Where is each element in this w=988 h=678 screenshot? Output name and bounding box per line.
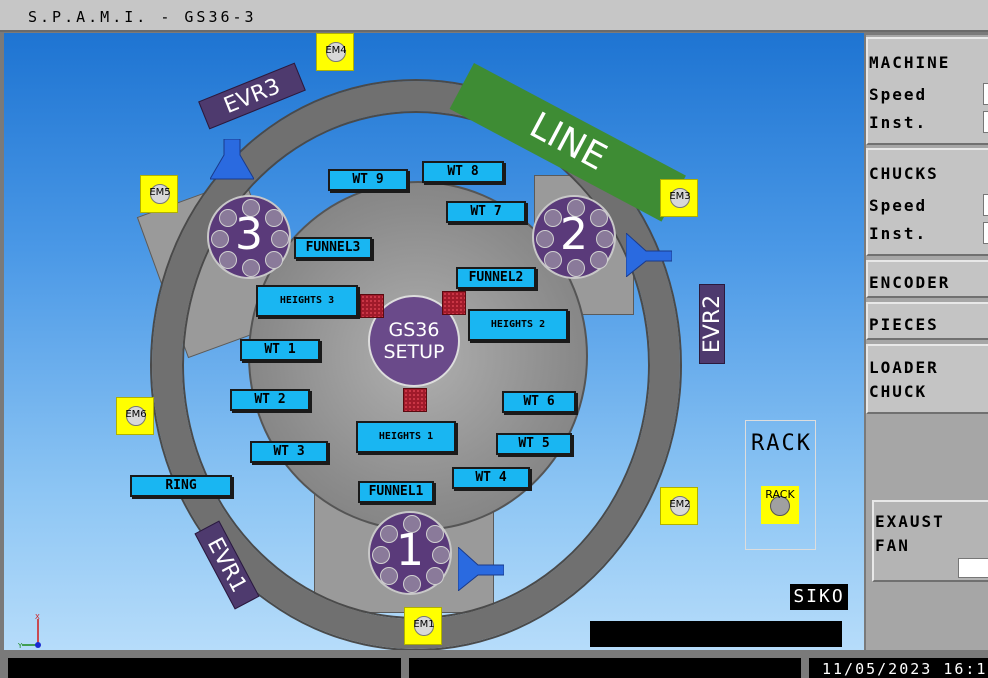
loader-label: LOADER <box>869 358 939 377</box>
rack-panel: RACK RACK <box>745 420 816 550</box>
chucks-inst-value <box>983 222 988 244</box>
station-1-number: 1 <box>396 525 424 576</box>
heights3-button[interactable]: HEIGHTS 3 <box>256 285 358 317</box>
wt1-button[interactable]: WT 1 <box>240 339 320 361</box>
window-title: S.P.A.M.I. - GS36-3 <box>28 8 257 26</box>
machine-inst-label: Inst. <box>869 113 928 132</box>
encoder-label: ENCODER <box>869 273 951 292</box>
evr2-banner: EVR2 <box>699 284 725 364</box>
em1-indicator[interactable]: EM1 <box>404 607 442 645</box>
machine-inst-value <box>983 111 988 133</box>
machine-speed-label: Speed <box>869 85 928 104</box>
exhaust-fan-panel: EXAUST FAN <box>872 500 988 582</box>
wt3-button[interactable]: WT 3 <box>250 441 328 463</box>
funnel2-button[interactable]: FUNNEL2 <box>456 267 536 289</box>
ring-button[interactable]: RING <box>130 475 232 497</box>
sensor-indicator[interactable] <box>442 291 466 315</box>
wt8-button[interactable]: WT 8 <box>422 161 504 183</box>
wt9-button[interactable]: WT 9 <box>328 169 408 191</box>
em5-indicator[interactable]: EM5 <box>140 175 178 213</box>
em4-indicator[interactable]: EM4 <box>316 33 354 71</box>
title-bar: S.P.A.M.I. - GS36-3 <box>0 0 988 32</box>
machine-title: MACHINE <box>869 53 951 72</box>
wt6-button[interactable]: WT 6 <box>502 391 576 413</box>
rack-indicator-label: RACK <box>765 488 795 501</box>
machine-panel: MACHINE Speed Inst. <box>866 37 988 145</box>
fan-label: FAN <box>875 536 910 555</box>
em3-indicator[interactable]: EM3 <box>660 179 698 217</box>
valve-icon <box>210 139 254 180</box>
sensor-indicator[interactable] <box>360 294 384 318</box>
station-1[interactable]: 1 <box>368 511 452 595</box>
pieces-label: PIECES <box>869 315 939 334</box>
valve-icon <box>458 547 504 591</box>
exhaust-fan-value <box>958 558 988 578</box>
encoder-panel: ENCODER <box>866 260 988 298</box>
wt5-button[interactable]: WT 5 <box>496 433 572 455</box>
chucks-inst-label: Inst. <box>869 224 928 243</box>
rack-indicator[interactable]: RACK <box>761 486 799 524</box>
chucks-panel: CHUCKS Speed Inst. <box>866 148 988 256</box>
chucks-title: CHUCKS <box>869 164 939 183</box>
machine-diagram: LINE EVR3 EVR2 EVR1 EM4 EM5 EM3 EM6 EM2 … <box>4 33 864 650</box>
chucks-speed-value <box>983 194 988 216</box>
machine-speed-value <box>983 83 988 105</box>
heights1-button[interactable]: HEIGHTS 1 <box>356 421 456 453</box>
setup-line2: SETUP <box>383 341 445 363</box>
status-field-1 <box>8 658 401 678</box>
loader-chuck-panel: LOADER CHUCK <box>866 344 988 414</box>
exhaust-label: EXAUST <box>875 512 945 531</box>
pieces-panel: PIECES <box>866 302 988 340</box>
chuck-label: CHUCK <box>869 382 928 401</box>
chucks-speed-label: Speed <box>869 196 928 215</box>
wt7-button[interactable]: WT 7 <box>446 201 526 223</box>
station-3[interactable]: 3 <box>207 195 291 279</box>
wt4-button[interactable]: WT 4 <box>452 467 530 489</box>
funnel3-button[interactable]: FUNNEL3 <box>294 237 372 259</box>
axis-gizmo-icon: X Y <box>18 613 41 650</box>
wt2-button[interactable]: WT 2 <box>230 389 310 411</box>
sensor-indicator[interactable] <box>403 388 427 412</box>
station-2[interactable]: 2 <box>532 195 616 279</box>
em6-indicator[interactable]: EM6 <box>116 397 154 435</box>
em2-indicator[interactable]: EM2 <box>660 487 698 525</box>
datetime-text: 11/05/2023 16:1 <box>822 660 988 678</box>
setup-line1: GS36 <box>388 319 440 341</box>
status-field-2 <box>409 658 801 678</box>
station-3-number: 3 <box>235 209 263 260</box>
siko-label: SIKO <box>790 584 848 610</box>
svg-text:X: X <box>35 613 40 621</box>
valve-icon <box>626 233 672 277</box>
message-field <box>590 621 842 647</box>
station-2-number: 2 <box>560 209 588 260</box>
svg-text:Y: Y <box>18 642 23 650</box>
rack-title: RACK <box>751 431 812 456</box>
funnel1-button[interactable]: FUNNEL1 <box>358 481 434 503</box>
heights2-button[interactable]: HEIGHTS 2 <box>468 309 568 341</box>
